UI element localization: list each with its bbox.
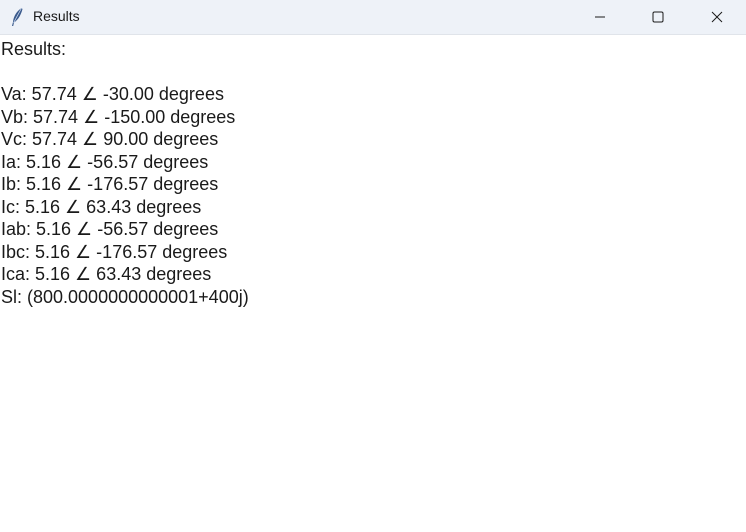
- result-line-ia: Ia: 5.16 ∠ -56.57 degrees: [1, 151, 209, 172]
- result-line-ica: Ica: 5.16 ∠ 63.43 degrees: [1, 264, 212, 284]
- minimize-icon: [595, 16, 605, 18]
- maximize-button[interactable]: [629, 0, 687, 34]
- result-line-vb: Vb: 57.74 ∠ -150.00 degrees: [1, 106, 236, 127]
- maximize-icon: [652, 11, 664, 23]
- result-line-sl: Sl: (800.0000000000001+400j): [1, 286, 249, 307]
- result-line-vc: Vc: 57.74 ∠ 90.00 degrees: [1, 129, 219, 149]
- close-button[interactable]: [688, 0, 746, 34]
- feather-icon: [12, 7, 23, 26]
- title-bar[interactable]: Results: [0, 0, 746, 35]
- result-line-ib: Ib: 5.16 ∠ -176.57 degrees: [1, 174, 219, 194]
- result-line-ic: Ic: 5.16 ∠ 63.43 degrees: [1, 196, 202, 217]
- results-panel: Results: Va: 57.74 ∠ -30.00 degrees Vb: …: [1, 38, 741, 308]
- window-title: Results: [33, 8, 80, 24]
- minimize-button[interactable]: [571, 0, 629, 34]
- result-line-iab: Iab: 5.16 ∠ -56.57 degrees: [1, 219, 219, 239]
- result-line-va: Va: 57.74 ∠ -30.00 degrees: [1, 84, 224, 104]
- result-line-ibc: Ibc: 5.16 ∠ -176.57 degrees: [1, 241, 228, 262]
- close-icon: [711, 11, 723, 23]
- results-window: Results Results: Va: 57.74 ∠ -30.00 degr…: [0, 0, 746, 532]
- results-heading: Results:: [1, 39, 67, 59]
